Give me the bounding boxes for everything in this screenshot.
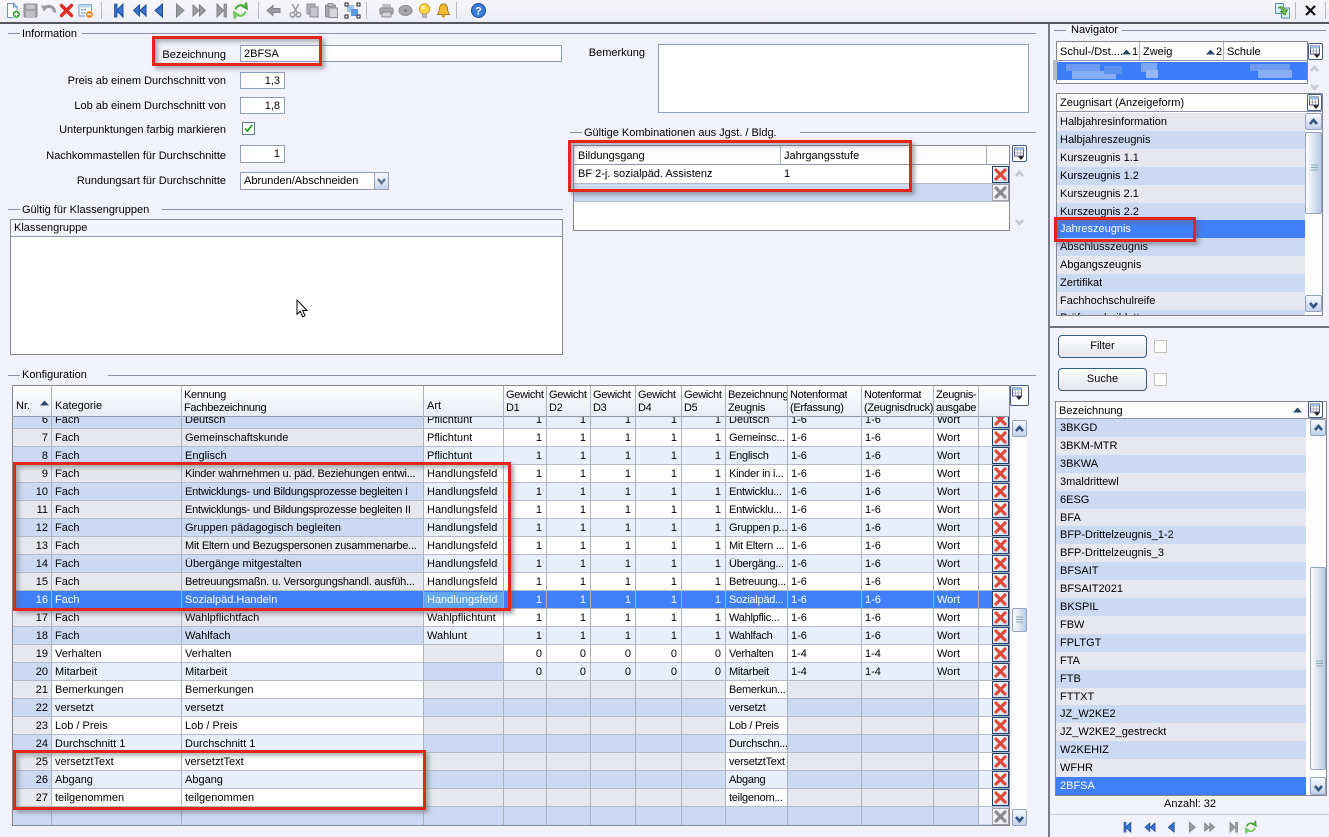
svg-text:?: ? <box>475 6 482 18</box>
